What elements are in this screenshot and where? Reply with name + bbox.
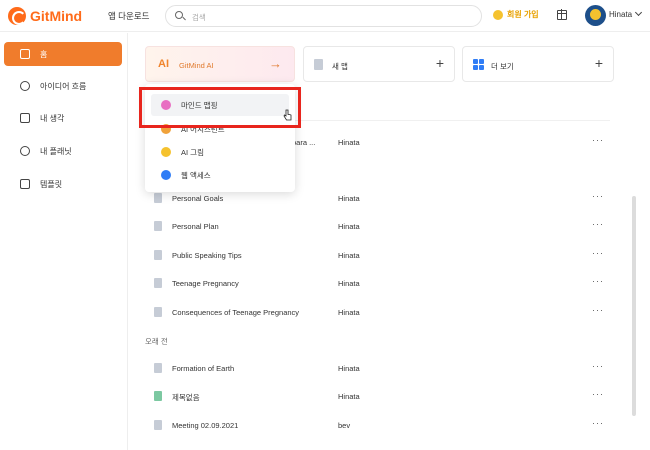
sidebar-item-my-planet[interactable]: 내 플래닛 — [4, 139, 122, 163]
sidebar-item-label: 홈 — [40, 49, 48, 59]
plus-icon: + — [594, 55, 603, 71]
search-placeholder: 검색 — [192, 13, 206, 22]
planet-icon — [20, 146, 30, 156]
file-icon — [154, 391, 162, 401]
sidebar-item-my-thoughts[interactable]: 내 생각 — [4, 106, 122, 130]
file-name: Teenage Pregnancy — [172, 279, 239, 288]
more-card[interactable]: 더 보기 + — [462, 46, 614, 82]
list-item[interactable]: Meeting 02.09.2021 bev ··· — [145, 411, 610, 439]
new-map-card[interactable]: 새 맵 + — [303, 46, 455, 82]
download-app-link[interactable]: 앱 다운로드 — [108, 10, 149, 22]
scrollbar[interactable] — [632, 196, 636, 416]
sidebar: 홈 아이디어 흐름 내 생각 내 플래닛 템플릿 — [0, 33, 128, 450]
file-owner: Hinata — [338, 392, 360, 401]
file-owner: bev — [338, 421, 351, 430]
bulb-icon — [20, 81, 30, 91]
file-owner: Hinata — [338, 251, 360, 260]
sidebar-item-label: 아이디어 흐름 — [40, 81, 87, 91]
document-icon — [314, 59, 323, 70]
sidebar-item-label: 템플릿 — [40, 179, 63, 189]
grid-icon — [473, 59, 484, 70]
search-input[interactable]: 검색 — [165, 5, 482, 27]
chevron-down-icon[interactable] — [634, 8, 643, 17]
home-icon — [20, 49, 30, 59]
list-item[interactable]: Public Speaking Tips Hinata ··· — [145, 241, 610, 269]
more-label: 더 보기 — [491, 62, 514, 71]
file-icon — [154, 278, 162, 288]
gitmind-logo[interactable]: GitMind — [8, 7, 82, 25]
avatar[interactable] — [585, 5, 606, 26]
sidebar-item-idea-flow[interactable]: 아이디어 흐름 — [4, 74, 122, 98]
member-signup-button[interactable]: 회원 가입 — [493, 9, 539, 20]
file-icon — [154, 307, 162, 317]
file-name: Meeting 02.09.2021 — [172, 421, 239, 430]
crown-icon — [493, 9, 503, 20]
menu-item-web-access[interactable]: 웹 액세스 — [151, 164, 289, 186]
brand-name: GitMind — [30, 8, 83, 24]
list-item[interactable]: Personal Plan Hinata ··· — [145, 212, 610, 240]
file-owner: Hinata — [338, 138, 360, 147]
file-icon — [154, 221, 162, 231]
sidebar-item-home[interactable]: 홈 — [4, 42, 122, 66]
file-owner: Hinata — [338, 364, 360, 373]
gift-icon[interactable] — [556, 9, 567, 20]
section-heading-older: 오래 전 — [145, 337, 168, 346]
more-options-icon[interactable]: ··· — [592, 135, 604, 145]
top-header: GitMind 앱 다운로드 검색 회원 가입 Hinata — [0, 0, 650, 32]
more-options-icon[interactable]: ··· — [592, 305, 604, 315]
more-options-icon[interactable]: ··· — [592, 389, 604, 399]
file-name: Personal Goals — [172, 194, 224, 203]
sidebar-item-templates[interactable]: 템플릿 — [4, 172, 122, 196]
more-options-icon[interactable]: ··· — [592, 248, 604, 258]
file-name: Consequences of Teenage Pregnancy — [172, 308, 300, 317]
globe-icon — [161, 170, 171, 180]
more-options-icon[interactable]: ··· — [592, 418, 604, 428]
file-name: para ... — [292, 138, 316, 147]
file-icon — [154, 420, 162, 430]
highlight-box — [139, 87, 301, 128]
new-map-label: 새 맵 — [332, 62, 348, 71]
file-owner: Hinata — [338, 279, 360, 288]
member-signup-label: 회원 가입 — [507, 10, 539, 19]
plus-icon: + — [435, 55, 444, 71]
template-icon — [20, 179, 30, 189]
more-options-icon[interactable]: ··· — [592, 361, 604, 371]
gitmind-ai-card[interactable]: AI GitMind AI → — [145, 46, 295, 82]
username[interactable]: Hinata — [609, 10, 632, 19]
ai-badge: AI — [158, 58, 169, 70]
list-item[interactable]: Teenage Pregnancy Hinata ··· — [145, 269, 610, 297]
arrow-right-icon: → — [269, 56, 282, 71]
hand-cursor-icon — [283, 109, 292, 121]
file-icon — [154, 363, 162, 373]
more-options-icon[interactable]: ··· — [592, 276, 604, 286]
file-owner: Hinata — [338, 308, 360, 317]
sidebar-item-label: 내 플래닛 — [40, 146, 72, 156]
file-icon — [154, 250, 162, 260]
palette-icon — [161, 147, 171, 157]
menu-item-label: AI 그림 — [181, 147, 204, 157]
list-item[interactable]: Formation of Earth Hinata ··· — [145, 354, 610, 382]
menu-item-label: 웹 액세스 — [181, 170, 211, 180]
note-icon — [20, 113, 30, 123]
gitmind-logo-icon — [8, 7, 26, 25]
more-options-icon[interactable]: ··· — [592, 219, 604, 229]
file-owner: Hinata — [338, 194, 360, 203]
file-name: Personal Plan — [172, 222, 219, 231]
file-owner: Hinata — [338, 222, 360, 231]
gitmind-ai-label: GitMind AI — [179, 61, 214, 70]
file-name: Formation of Earth — [172, 364, 235, 373]
search-icon — [175, 11, 183, 19]
file-icon — [154, 193, 162, 203]
more-options-icon[interactable]: ··· — [592, 191, 604, 201]
menu-item-ai-drawing[interactable]: AI 그림 — [151, 141, 289, 163]
list-item[interactable]: 제목없음 Hinata ··· — [145, 382, 610, 410]
list-item[interactable]: Consequences of Teenage Pregnancy Hinata… — [145, 298, 610, 326]
sidebar-item-label: 내 생각 — [40, 113, 65, 123]
file-name: 제목없음 — [172, 393, 200, 402]
file-name: Public Speaking Tips — [172, 251, 242, 260]
